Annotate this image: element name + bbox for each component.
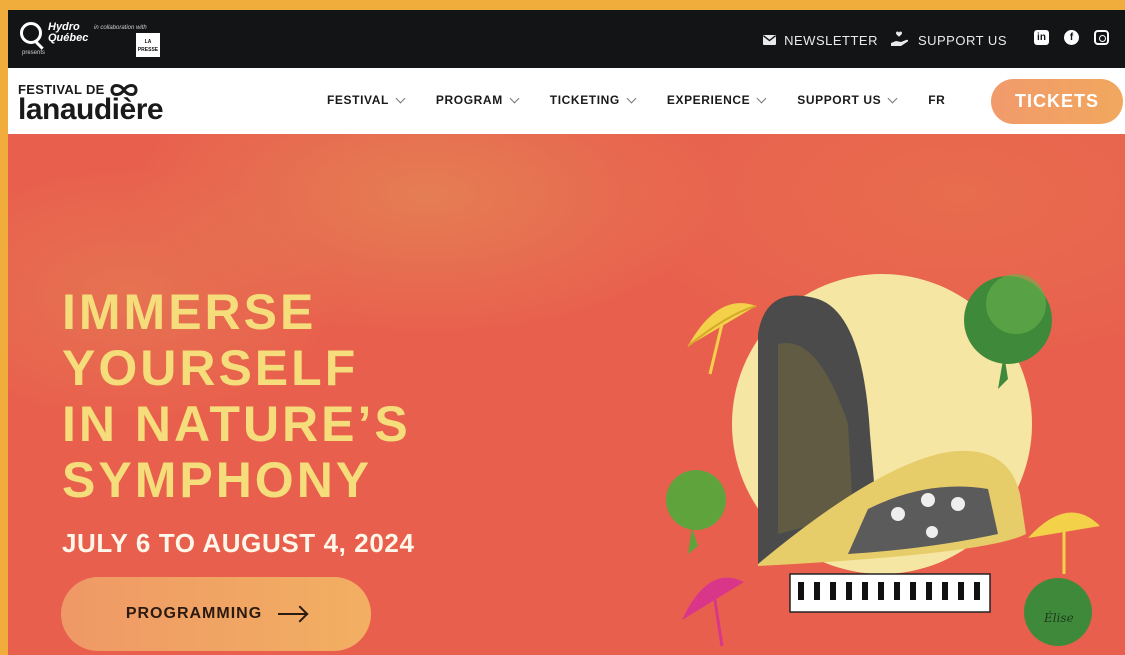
linkedin-icon[interactable]: in — [1034, 30, 1049, 45]
nav-program[interactable]: PROGRAM — [435, 93, 520, 107]
hand-heart-icon — [890, 31, 909, 46]
green-tree-left — [666, 470, 726, 554]
nav-program-label: PROGRAM — [435, 93, 503, 107]
pink-umbrella — [682, 577, 744, 647]
headline-line: IMMERSE — [62, 284, 317, 340]
nav-ticketing-label: TICKETING — [549, 93, 620, 107]
arrow-right-icon — [278, 613, 307, 615]
nav-festival[interactable]: FESTIVAL — [327, 93, 406, 107]
nav-support-us[interactable]: SUPPORT US — [797, 93, 898, 107]
sponsor-presents: presents — [22, 50, 46, 56]
chevron-down-icon — [395, 93, 406, 103]
language-toggle[interactable]: FR — [928, 93, 945, 107]
nav-experience[interactable]: EXPERIENCE — [666, 93, 767, 107]
headline-line: SYMPHONY — [62, 452, 373, 508]
hero-headline: IMMERSE YOURSELF IN NATURE’S SYMPHONY — [62, 284, 411, 508]
chevron-down-icon — [509, 93, 520, 103]
artist-signature: Élise — [1043, 610, 1074, 625]
hero-section: IMMERSE YOURSELF IN NATURE’S SYMPHONY JU… — [8, 134, 1125, 655]
facebook-icon[interactable]: f — [1064, 30, 1079, 45]
collaboration-text: in collaboration with — [94, 25, 147, 31]
headline-line: IN NATURE’S — [62, 396, 411, 452]
primary-nav: FESTIVAL PROGRAM TICKETING EXPERIENCE SU… — [327, 93, 945, 107]
support-us-label: SUPPORT US — [917, 32, 1007, 48]
newsletter-label: NEWSLETTER — [784, 32, 878, 48]
nav-ticketing[interactable]: TICKETING — [549, 93, 637, 107]
piano-illustration: Élise — [666, 274, 1100, 647]
hydro-quebec-logo[interactable]: Hydro Québec — [20, 22, 88, 44]
support-us-link[interactable]: SUPPORT US — [890, 31, 1007, 49]
top-bar: Hydro Québec presents in collaboration w… — [8, 10, 1125, 68]
brand-main-text: lanaudière — [18, 93, 164, 126]
nav-festival-label: FESTIVAL — [327, 93, 389, 107]
chevron-down-icon — [626, 93, 637, 103]
green-tree-bottom-right: Élise — [1024, 578, 1092, 646]
chevron-down-icon — [756, 93, 767, 103]
programming-button[interactable]: PROGRAMMING — [61, 577, 371, 651]
social-links: in f — [1034, 30, 1109, 45]
programming-label: PROGRAMMING — [125, 605, 263, 622]
nav-support-us-label: SUPPORT US — [797, 93, 882, 107]
tickets-button[interactable]: TICKETS — [991, 79, 1123, 124]
sponsor-name-line2: Québec — [48, 32, 89, 44]
chevron-down-icon — [887, 93, 898, 103]
festival-dates: JULY 6 TO AUGUST 4, 2024 — [62, 528, 415, 558]
la-presse-logo[interactable]: LA PRESSE — [136, 33, 160, 57]
piano-keyboard — [789, 573, 991, 613]
instagram-icon[interactable] — [1094, 30, 1109, 45]
headline-line: YOURSELF — [62, 340, 359, 396]
newsletter-link[interactable]: NEWSLETTER — [763, 33, 878, 48]
festival-logo[interactable]: FESTIVAL DE lanaudière — [18, 82, 164, 126]
page-frame: Hydro Québec presents in collaboration w… — [8, 10, 1125, 655]
envelope-icon — [763, 35, 777, 45]
hydro-quebec-q-icon — [20, 22, 42, 44]
nav-experience-label: EXPERIENCE — [666, 93, 751, 107]
yellow-umbrella-right — [1028, 512, 1100, 574]
main-nav-bar: FESTIVAL DE lanaudière FESTIVAL PROGRAM … — [8, 68, 1125, 134]
top-links: NEWSLETTER SUPPORT US — [763, 31, 1007, 49]
